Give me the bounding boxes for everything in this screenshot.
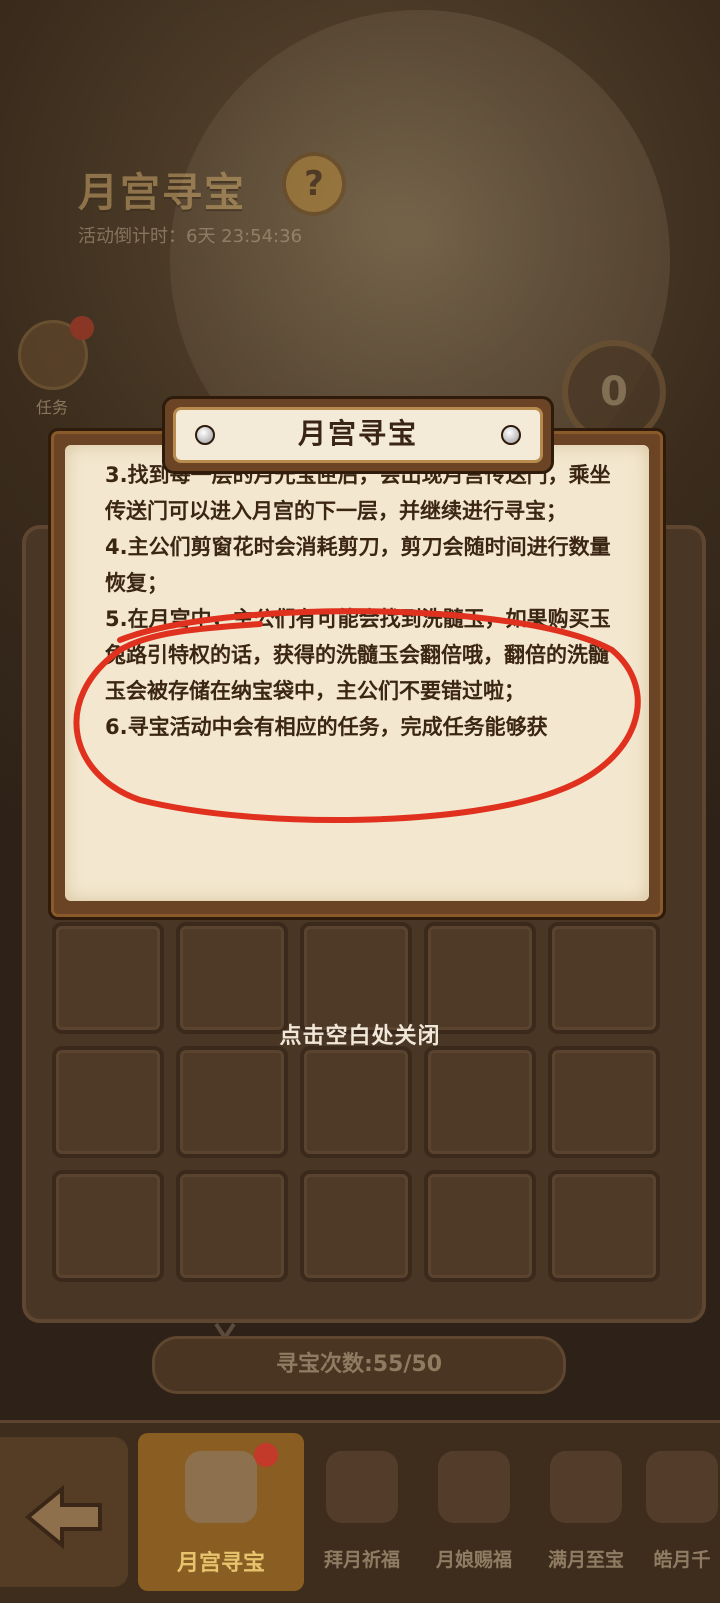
grid-cell[interactable] (176, 1170, 288, 1282)
event-countdown: 活动倒计时：6天 23:54:36 (78, 226, 303, 247)
tab-moon-lady-blessing[interactable]: 月娘赐福 (420, 1433, 528, 1591)
moon-lady-icon (438, 1451, 510, 1523)
rule-item: 6.寻宝活动中会有相应的任务，完成任务能够获 (105, 715, 548, 739)
tab-label: 月娘赐福 (435, 1549, 512, 1571)
grid-cell[interactable] (424, 1046, 536, 1158)
task-label: 任务 (36, 398, 69, 417)
toad-icon (550, 1451, 622, 1523)
grid-cell[interactable] (176, 1046, 288, 1158)
rivet-icon (501, 425, 521, 445)
rule-item: 4.主公们剪窗花时会消耗剪刀，剪刀会随时间进行数量恢复； (105, 535, 611, 595)
rules-text: 3.找到每一层的月光宝匣后，会出现月宫传送门，乘坐传送门可以进入月宫的下一层，并… (105, 445, 629, 745)
notification-badge (70, 316, 94, 340)
treasure-count: 寻宝次数:55/50 (152, 1336, 566, 1394)
grid-cell[interactable] (548, 1046, 660, 1158)
grid-cell[interactable] (300, 1046, 412, 1158)
chest-icon (185, 1451, 257, 1523)
close-hint[interactable]: 点击空白处关闭 (0, 1018, 720, 1050)
tab-full-moon-treasure[interactable]: 满月至宝 (532, 1433, 640, 1591)
rules-dialog: 3.找到每一层的月光宝匣后，会出现月宫传送门，乘坐传送门可以进入月宫的下一层，并… (48, 428, 666, 920)
bright-moon-icon (646, 1451, 718, 1523)
grid-cell[interactable] (548, 1170, 660, 1282)
event-title: 月宫寻宝 (78, 170, 246, 216)
bottom-nav: 月宫寻宝 拜月祈福 月娘赐福 满月至宝 皓月千 (0, 1420, 720, 1603)
dialog-header: 月宫寻宝 (162, 396, 554, 474)
tab-label: 皓月千 (653, 1549, 711, 1571)
treasure-grid (52, 922, 668, 1282)
back-button[interactable] (0, 1437, 128, 1587)
tab-moon-treasure[interactable]: 月宫寻宝 (138, 1433, 304, 1591)
tab-label: 满月至宝 (547, 1549, 624, 1571)
tab-label: 拜月祈福 (323, 1549, 400, 1571)
task-button[interactable]: 任务 (18, 316, 94, 417)
prayer-icon (326, 1451, 398, 1523)
tab-label: 月宫寻宝 (176, 1551, 265, 1576)
rivet-icon (195, 425, 215, 445)
grid-cell[interactable] (424, 1170, 536, 1282)
rules-parchment: 3.找到每一层的月光宝匣后，会出现月宫传送门，乘坐传送门可以进入月宫的下一层，并… (65, 445, 649, 901)
grid-cell[interactable] (52, 1170, 164, 1282)
tab-bright-moon[interactable]: 皓月千 (644, 1433, 720, 1591)
help-icon[interactable]: ? (282, 152, 346, 216)
tab-moon-prayer[interactable]: 拜月祈福 (308, 1433, 416, 1591)
grid-cell[interactable] (52, 1046, 164, 1158)
notification-badge (254, 1443, 278, 1467)
grid-cell[interactable] (300, 1170, 412, 1282)
dialog-title: 月宫寻宝 (173, 407, 543, 463)
rule-item: 5.在月宫中，主公们有可能会找到洗髓玉，如果购买玉兔路引特权的话，获得的洗髓玉会… (105, 607, 611, 703)
back-arrow-icon (24, 1484, 102, 1550)
